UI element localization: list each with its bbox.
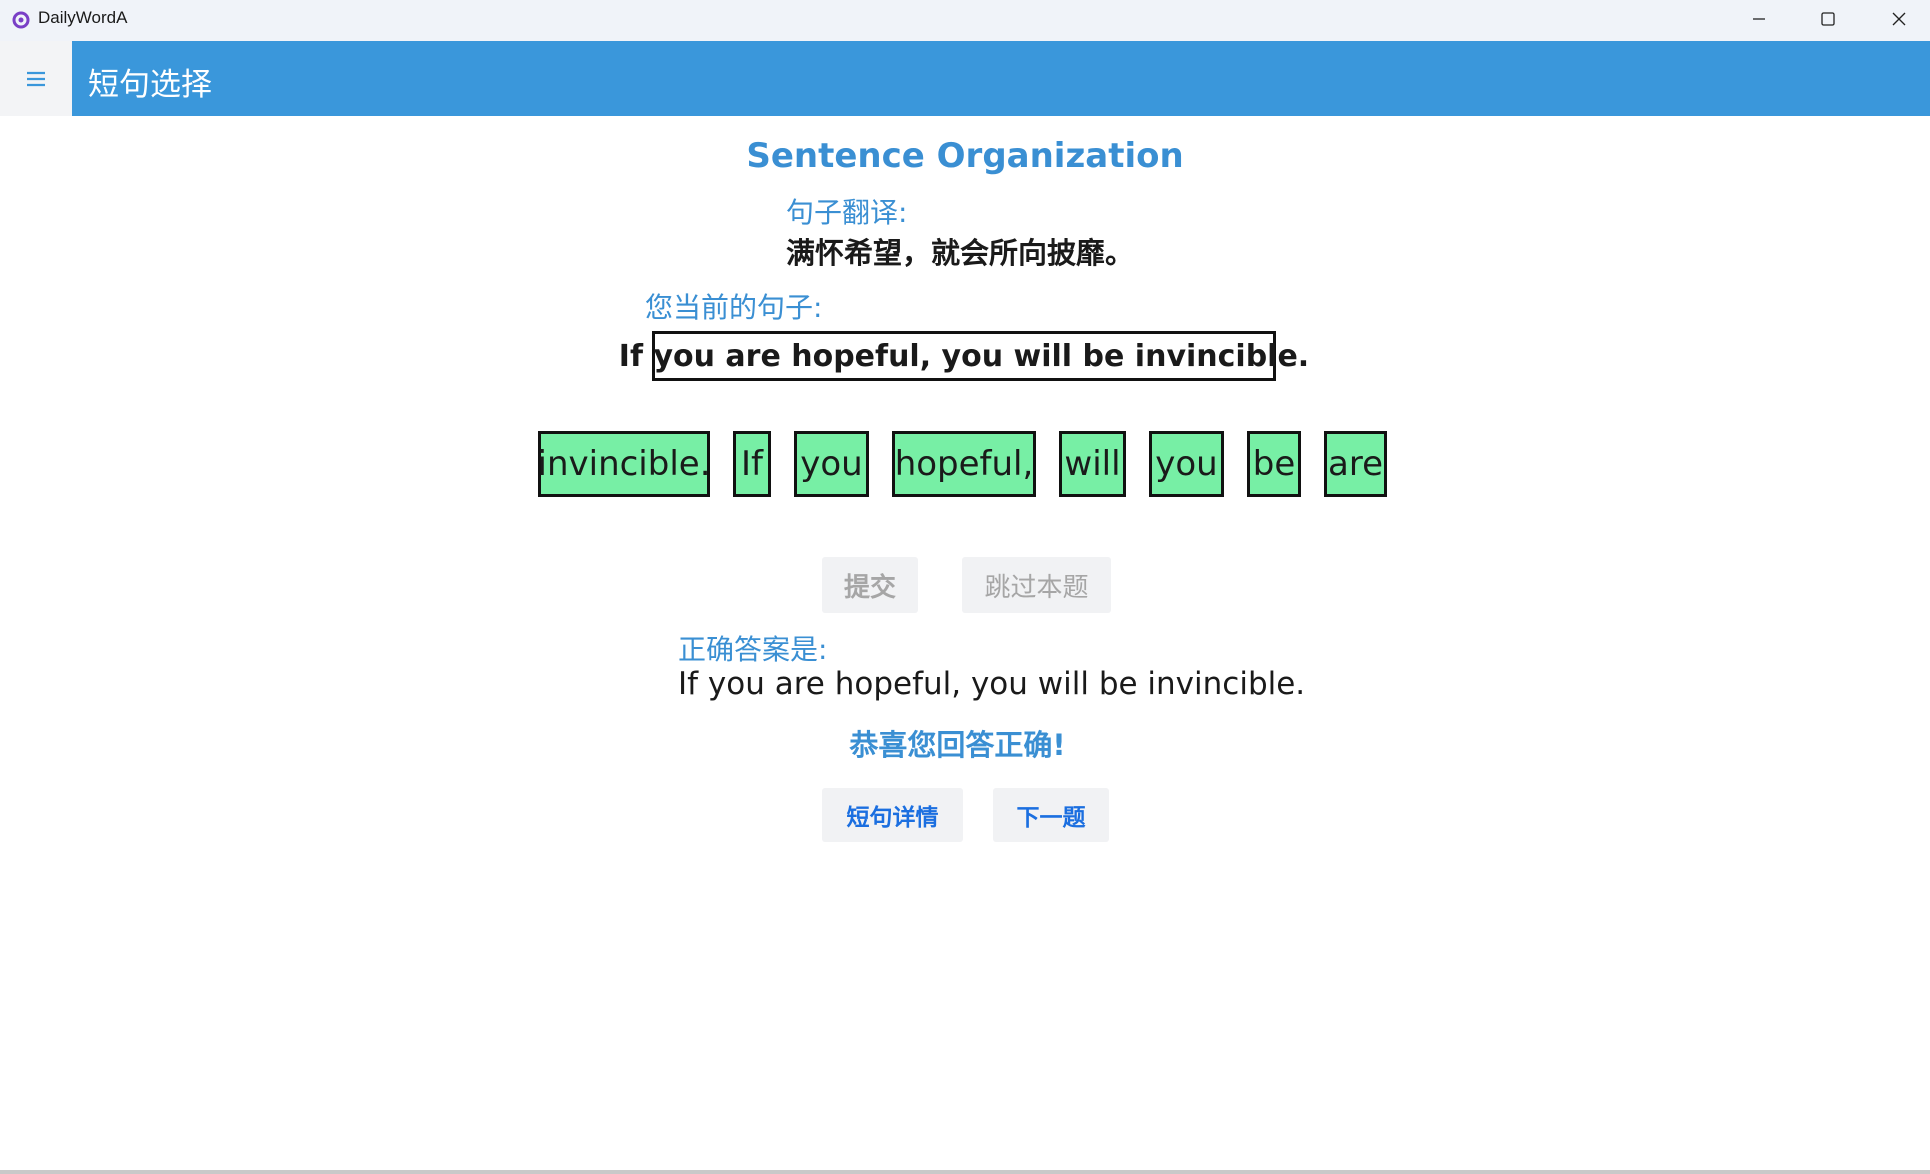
translation-label: 句子翻译: [786, 196, 908, 229]
word-chip[interactable]: hopeful, [892, 431, 1036, 497]
close-button[interactable] [1864, 0, 1930, 38]
hamburger-menu-icon [27, 71, 45, 86]
section-heading: Sentence Organization [746, 136, 1184, 176]
app-window: DailyWordA 短句选择 Sentence Organization 句子… [0, 0, 1930, 1174]
skip-button[interactable]: 跳过本题 [962, 557, 1111, 613]
maximize-icon [1821, 12, 1835, 26]
page-title: 短句选择 [88, 67, 212, 103]
menu-button[interactable] [0, 41, 72, 116]
result-message: 恭喜您回答正确! [849, 728, 1066, 762]
word-chip[interactable]: you [794, 431, 869, 497]
next-question-button[interactable]: 下一题 [993, 788, 1109, 842]
current-sentence-label: 您当前的句子: [645, 291, 823, 324]
minimize-icon [1753, 18, 1765, 20]
close-icon [1892, 12, 1906, 26]
app-logo-icon [12, 11, 30, 29]
app-title: DailyWordA [38, 8, 128, 27]
window-bottom-edge [0, 1170, 1930, 1174]
sentence-details-button[interactable]: 短句详情 [822, 788, 963, 842]
word-chip[interactable]: invincible. [538, 431, 711, 497]
word-chip[interactable]: If [733, 431, 771, 497]
minimize-button[interactable] [1724, 0, 1794, 38]
translation-text: 满怀希望，就会所向披靡。 [786, 236, 1135, 270]
word-chip[interactable]: are [1324, 431, 1387, 497]
word-chip[interactable]: you [1149, 431, 1224, 497]
correct-answer-label: 正确答案是: [678, 633, 828, 666]
submit-button[interactable]: 提交 [822, 557, 918, 613]
app-header: 短句选择 [0, 41, 1930, 116]
correct-answer-text: If you are hopeful, you will be invincib… [678, 666, 1306, 702]
maximize-button[interactable] [1793, 0, 1863, 38]
word-chip[interactable]: be [1247, 431, 1301, 497]
title-bar: DailyWordA [0, 0, 1930, 41]
current-sentence-box: If you are hopeful, you will be invincib… [619, 331, 1309, 381]
word-chip[interactable]: will [1059, 431, 1126, 497]
